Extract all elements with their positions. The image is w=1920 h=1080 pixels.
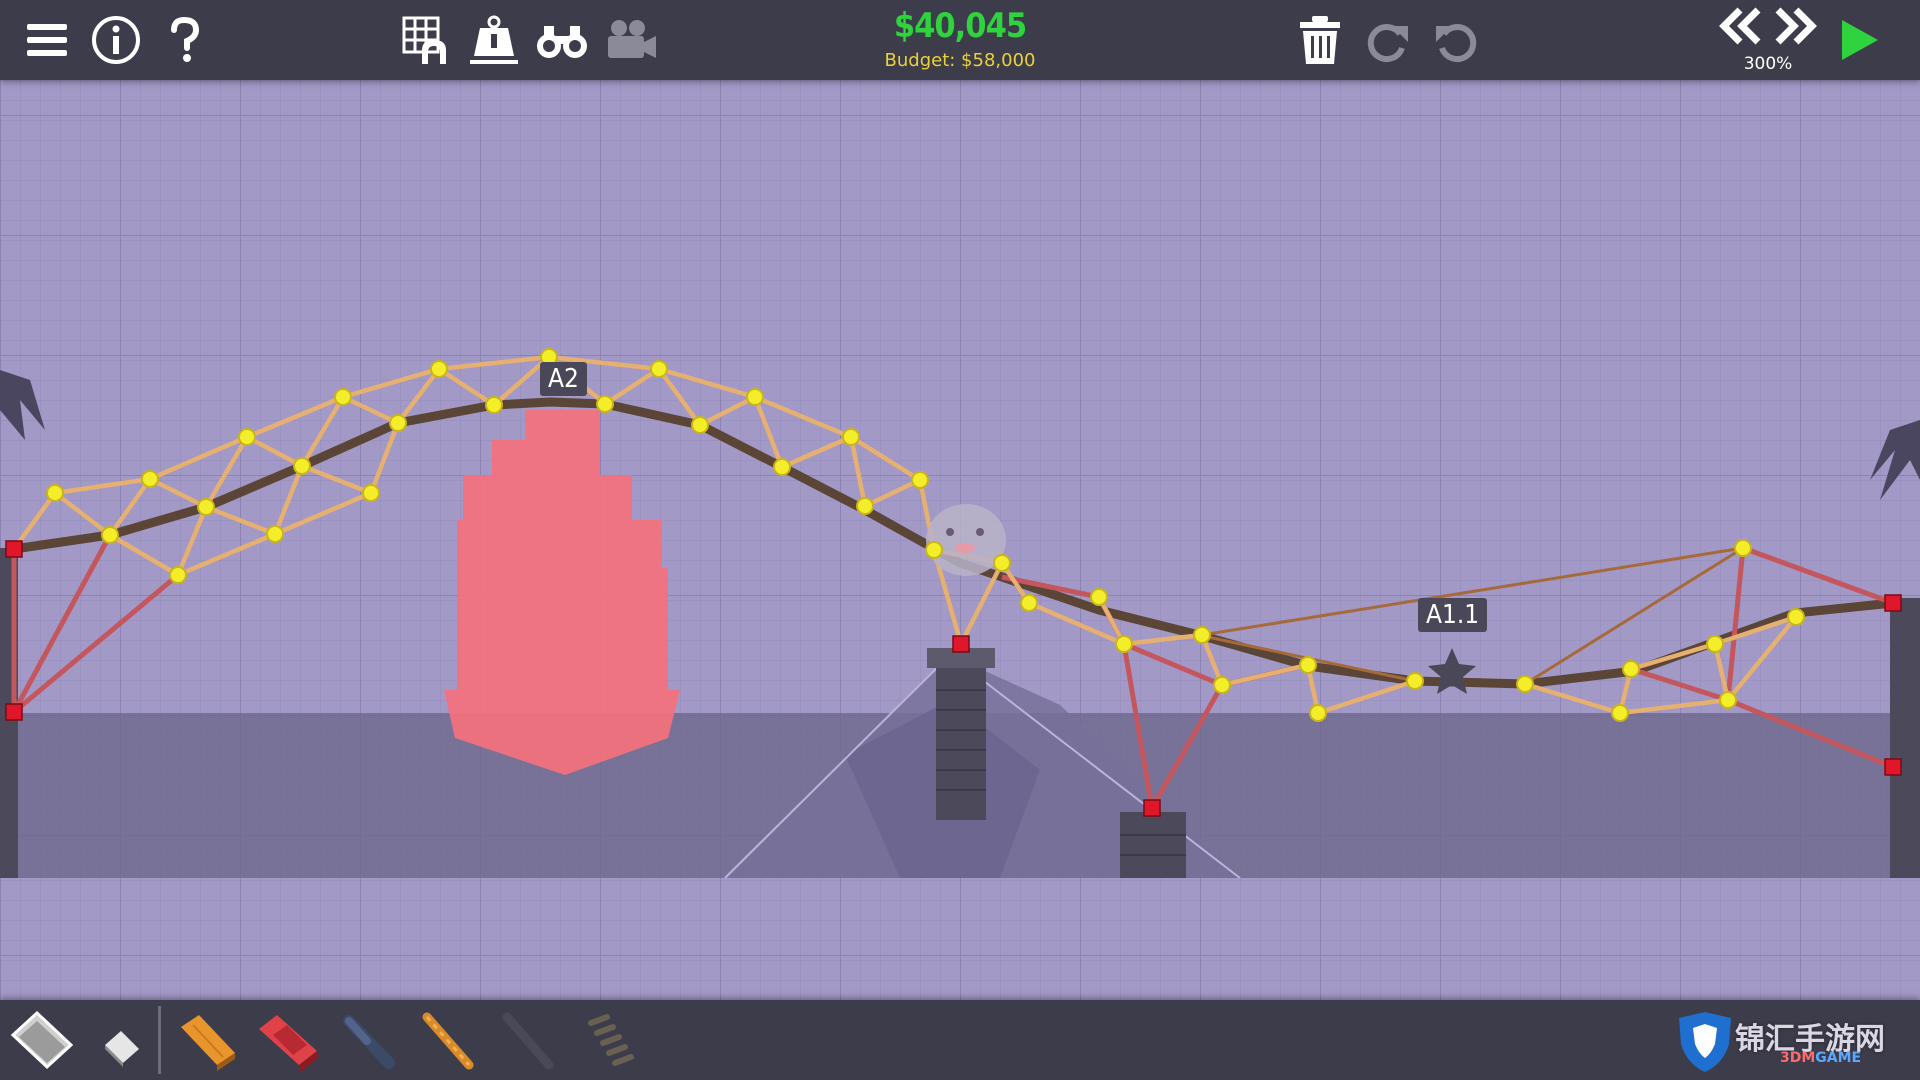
- toolbar-divider: [158, 1006, 161, 1074]
- hydraulic-material-icon: [343, 1015, 395, 1069]
- rope-material-icon: [422, 1012, 474, 1070]
- redo-button[interactable]: [1356, 8, 1420, 72]
- vehicle-checkpoint-label: A1.1: [1418, 598, 1488, 632]
- game-scene[interactable]: [0, 0, 1920, 1080]
- cable-material-icon: [502, 1012, 554, 1070]
- hydraulic-material-button[interactable]: [330, 1004, 406, 1076]
- speed-up-button[interactable]: [1764, 2, 1828, 54]
- help-icon: [171, 16, 200, 62]
- binoculars-icon: [537, 26, 587, 58]
- spring-material-icon: [588, 1014, 634, 1066]
- load-test-button[interactable]: [462, 8, 526, 72]
- menu-icon: [27, 24, 67, 56]
- info-icon: [92, 16, 140, 64]
- right-cliff: [1890, 598, 1920, 878]
- menu-button[interactable]: [15, 8, 79, 72]
- binoculars-button[interactable]: [530, 8, 594, 72]
- grid-button[interactable]: [394, 8, 458, 72]
- undo-icon: [1436, 24, 1477, 63]
- eraser-button[interactable]: [84, 1004, 160, 1076]
- road-material-button[interactable]: [4, 1004, 80, 1076]
- center-pillar: [927, 648, 995, 820]
- rope-material-button[interactable]: [410, 1004, 486, 1076]
- camera-icon: [608, 20, 656, 58]
- current-cost: $40,045: [893, 6, 1027, 46]
- watermark-subtext: 3DMGAME: [1780, 1050, 1861, 1066]
- top-toolbar: $40,045 Budget: $58,000 300%: [0, 0, 1920, 80]
- budget-label: Budget: $58,000: [884, 50, 1036, 71]
- undo-button[interactable]: [1424, 8, 1488, 72]
- low-pillar: [1120, 812, 1186, 878]
- fast-forward-icon: [1775, 7, 1817, 45]
- boat-checkpoint-label: A2: [540, 362, 587, 396]
- speed-label: 300%: [1743, 54, 1793, 74]
- road-material-icon: [10, 1010, 74, 1070]
- wood-material-button[interactable]: [170, 1004, 246, 1076]
- rewind-icon: [1719, 7, 1761, 45]
- cable-material-button[interactable]: [490, 1004, 566, 1076]
- delete-button[interactable]: [1288, 8, 1352, 72]
- watermark-sub-a: 3DM: [1780, 1050, 1816, 1066]
- weight-icon: [470, 15, 518, 64]
- trash-icon: [1300, 16, 1340, 64]
- help-button[interactable]: [152, 8, 216, 72]
- spring-material-button[interactable]: [570, 1004, 646, 1076]
- steel-material-button[interactable]: [250, 1004, 326, 1076]
- grid-arch-icon: [402, 16, 446, 64]
- wood-material-icon: [181, 1015, 235, 1071]
- eraser-icon: [105, 1031, 139, 1067]
- slow-down-button[interactable]: [1708, 2, 1772, 54]
- play-button[interactable]: [1826, 8, 1890, 72]
- steel-material-icon: [259, 1015, 317, 1073]
- play-icon: [1842, 20, 1878, 60]
- info-button[interactable]: [84, 8, 148, 72]
- watermark-sub-b: GAME: [1815, 1050, 1862, 1066]
- redo-icon: [1367, 24, 1408, 63]
- camera-button[interactable]: [598, 8, 662, 72]
